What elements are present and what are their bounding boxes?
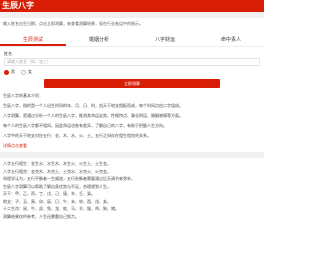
submit-button[interactable]: 立即测算 <box>44 79 220 88</box>
name-input[interactable]: 请输入姓名（如：张三） <box>4 58 260 66</box>
bottom-line: 命理学认为，五行平衡者一生顺遂，五行失衡者需要通过后天调节来弥补。 <box>3 176 135 181</box>
name-placeholder: 请输入姓名（如：张三） <box>7 59 51 64</box>
radio-unchecked-icon <box>21 69 26 75</box>
gender-male-label: 男 <box>11 69 15 74</box>
gender-female-radio[interactable]: 女 <box>21 69 32 75</box>
notice-text: 输入姓名出生日期，点击立即测算，来查看测算结果，现在行业各运中的指示。 <box>3 21 143 26</box>
bottom-line: 天干：甲、乙、丙、丁、戊、己、庚、辛、壬、癸。 <box>3 191 95 196</box>
bottom-line: 生辰八字测算可以帮助了解自身优势与不足，合理规划人生。 <box>3 183 111 189</box>
tab-marriage[interactable]: 婚姻分析 <box>66 34 132 46</box>
section-title: 生辰八字的基本介绍： <box>3 93 43 98</box>
bottom-line: 地支：子、丑、寅、卯、辰、巳、午、未、申、酉、戌、亥。 <box>3 198 111 204</box>
more-link[interactable]: 详情点击查看 <box>3 142 261 150</box>
article-para: 八字中的天干地支对应五行：金、木、水、火、土，五行之间存在相生相克的关系。 <box>3 133 151 138</box>
tab-birth-test[interactable]: 生辰测试 <box>0 34 66 46</box>
tab-noble[interactable]: 命中贵人 <box>198 34 264 46</box>
bottom-line: 八字五行相克：金克木、木克土、土克水、水克火、火克金。 <box>3 168 111 174</box>
article-para: 八字测算，是通过分析一个人的生辰八字，推测其命运走势、性格特点、事业财运、婚姻感… <box>3 113 183 118</box>
article-para: 生辰八字，指的是一个人出生时间的年、月、日、时，由天干地支相配而成，每个时间点由… <box>3 103 183 108</box>
radio-checked-icon <box>4 69 9 75</box>
page: 生辰八字 输入姓名出生日期，点击立即测算，来查看测算结果，现在行业各运中的指示。… <box>0 0 264 266</box>
birth-form: 姓名 请输入姓名（如：张三） 男 女 立即测算 <box>0 47 264 88</box>
tab-bar: 生辰测试 婚姻分析 八字财运 命中贵人 <box>0 34 264 47</box>
gender-female-label: 女 <box>28 69 32 74</box>
gender-male-radio[interactable]: 男 <box>4 69 15 75</box>
header-bar: 生辰八字 <box>0 0 264 12</box>
bottom-line: 八字五行相生：金生水、水生木、木生火、火生土、土生金。 <box>3 161 111 166</box>
article-para: 每个人的生辰八字都不相同，因此命运也各有差异，了解自己的八字，有助于把握人生方向… <box>3 123 167 128</box>
tab-wealth[interactable]: 八字财运 <box>132 34 198 46</box>
bottom-line: 十二生肖：鼠、牛、虎、兔、龙、蛇、马、羊、猴、鸡、狗、猪。 <box>3 206 119 211</box>
article: 生辰八字的基本介绍： 生辰八字，指的是一个人出生时间的年、月、日、时，由天干地支… <box>0 88 264 150</box>
bottom-line: 测算结果仅供参考，人生还需靠自己努力。 <box>3 213 79 219</box>
gender-group: 男 女 <box>4 69 260 75</box>
page-title: 生辰八字 <box>2 1 34 10</box>
name-label: 姓名 <box>4 51 12 56</box>
bottom-section: 八字五行相生：金生水、水生木、木生火、火生土、土生金。 八字五行相克：金克木、木… <box>0 158 264 222</box>
